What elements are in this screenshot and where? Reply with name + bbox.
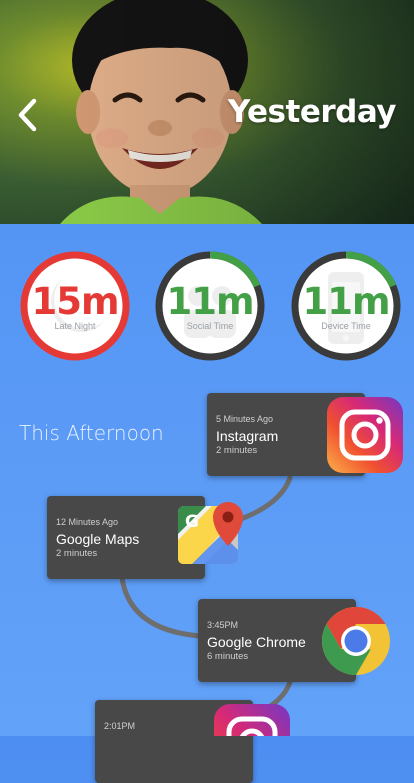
card-app-name: Instagram: [216, 428, 279, 444]
card-duration: 2 minutes: [216, 445, 258, 456]
card-time: 2:01PM: [104, 721, 136, 731]
card-time: 3:45PM: [207, 620, 239, 630]
chrome-icon: [322, 607, 390, 675]
card-time: 5 Minutes Ago: [216, 414, 274, 424]
card-duration: 2 minutes: [56, 548, 98, 559]
card-app-name: Google Chrome: [207, 634, 306, 650]
card-app-name: Google Maps: [56, 531, 140, 547]
google-maps-icon: G: [178, 502, 243, 564]
card-time: 12 Minutes Ago: [56, 517, 119, 527]
instagram-icon: [327, 397, 403, 473]
instagram-icon: [214, 704, 290, 736]
svg-text:G: G: [185, 512, 199, 532]
card-duration: 6 minutes: [207, 651, 249, 662]
